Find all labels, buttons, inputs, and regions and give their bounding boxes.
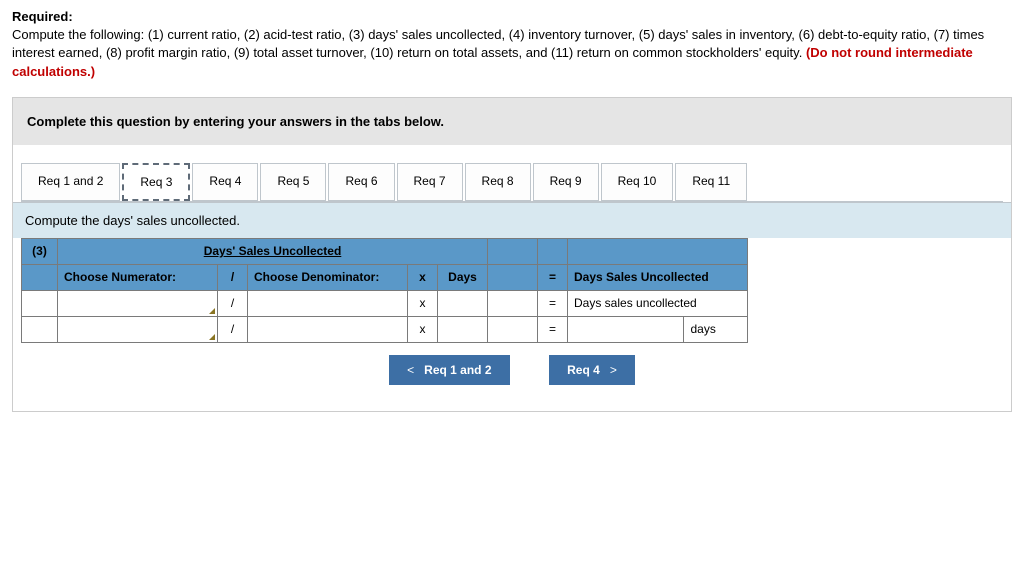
- row2-col0: [22, 290, 58, 316]
- tab-req-3[interactable]: Req 3: [122, 163, 190, 201]
- row3-col0: [22, 316, 58, 342]
- blank-2: [488, 316, 538, 342]
- nav-buttons: < Req 1 and 2 Req 4 >: [21, 343, 1003, 403]
- question-panel: Complete this question by entering your …: [12, 97, 1012, 412]
- sub-instruction: Compute the days' sales uncollected.: [13, 202, 1011, 238]
- required-label: Required:: [12, 9, 73, 24]
- numerator-select-1[interactable]: [58, 290, 218, 316]
- blank-header-2: [538, 238, 568, 264]
- next-label: Req 4: [567, 363, 600, 377]
- row-number: (3): [22, 238, 58, 264]
- tab-req-10[interactable]: Req 10: [601, 163, 674, 201]
- tab-req-4[interactable]: Req 4: [192, 163, 258, 201]
- chevron-left-icon: <: [407, 363, 414, 377]
- slash-1: /: [218, 290, 248, 316]
- instructions: Required: Compute the following: (1) cur…: [12, 8, 1012, 81]
- days-unit-2: days: [684, 316, 748, 342]
- x-1: x: [408, 290, 438, 316]
- blank-left: [22, 264, 58, 290]
- tab-req-11[interactable]: Req 11: [675, 163, 747, 201]
- tab-req-9[interactable]: Req 9: [533, 163, 599, 201]
- denominator-select-2[interactable]: [248, 316, 408, 342]
- tab-req-5[interactable]: Req 5: [260, 163, 326, 201]
- result-text-1: Days sales uncollected: [568, 290, 748, 316]
- tab-req-8[interactable]: Req 8: [465, 163, 531, 201]
- slash-header: /: [218, 264, 248, 290]
- eq-header: =: [538, 264, 568, 290]
- computation-table: (3) Days' Sales Uncollected Choose Numer…: [21, 238, 748, 343]
- result-header: Days Sales Uncollected: [568, 264, 748, 290]
- result-value-2[interactable]: [568, 316, 684, 342]
- blank-header-1: [488, 238, 538, 264]
- blank-header-3: [568, 238, 748, 264]
- tab-req-1-2[interactable]: Req 1 and 2: [21, 163, 120, 201]
- table-title: Days' Sales Uncollected: [58, 238, 488, 264]
- choose-numerator-header: Choose Numerator:: [58, 264, 218, 290]
- slash-2: /: [218, 316, 248, 342]
- x-2: x: [408, 316, 438, 342]
- prev-button[interactable]: < Req 1 and 2: [389, 355, 509, 385]
- tab-req-6[interactable]: Req 6: [328, 163, 394, 201]
- complete-banner: Complete this question by entering your …: [13, 98, 1011, 145]
- blank-header-4: [488, 264, 538, 290]
- days-input-1[interactable]: [438, 290, 488, 316]
- numerator-select-2[interactable]: [58, 316, 218, 342]
- chevron-right-icon: >: [610, 363, 617, 377]
- eq-1: =: [538, 290, 568, 316]
- choose-denominator-header: Choose Denominator:: [248, 264, 408, 290]
- tab-req-7[interactable]: Req 7: [397, 163, 463, 201]
- denominator-select-1[interactable]: [248, 290, 408, 316]
- eq-2: =: [538, 316, 568, 342]
- days-input-2[interactable]: [438, 316, 488, 342]
- prev-label: Req 1 and 2: [424, 363, 491, 377]
- x-header: x: [408, 264, 438, 290]
- days-header: Days: [438, 264, 488, 290]
- tabs-row: Req 1 and 2 Req 3 Req 4 Req 5 Req 6 Req …: [13, 145, 1011, 201]
- blank-1: [488, 290, 538, 316]
- next-button[interactable]: Req 4 >: [549, 355, 635, 385]
